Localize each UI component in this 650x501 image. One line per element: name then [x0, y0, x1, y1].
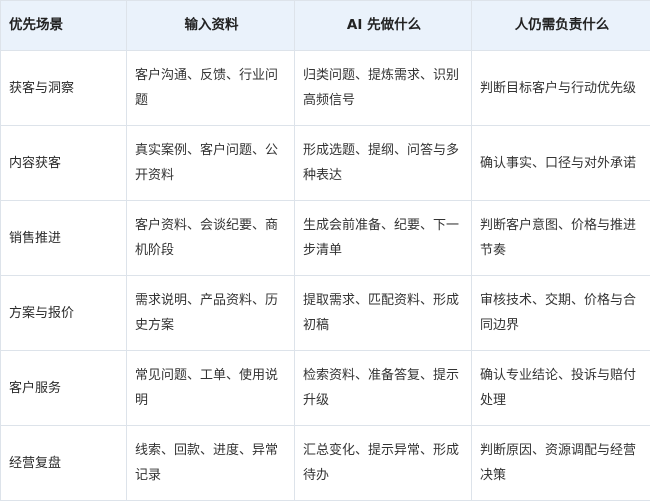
table-row: 内容获客 真实案例、客户问题、公开资料 形成选题、提纲、问答与多种表达 确认事实…	[1, 126, 650, 201]
header-ai-first: AI 先做什么	[295, 1, 472, 51]
ai-cell: 生成会前准备、纪要、下一步清单	[295, 201, 472, 276]
scene-cell: 销售推进	[1, 201, 127, 276]
input-cell: 客户资料、会谈纪要、商机阶段	[127, 201, 295, 276]
scene-cell: 内容获客	[1, 126, 127, 201]
scene-cell: 获客与洞察	[1, 51, 127, 126]
human-cell: 审核技术、交期、价格与合同边界	[472, 276, 650, 351]
scene-cell: 客户服务	[1, 351, 127, 426]
ai-cell: 汇总变化、提示异常、形成待办	[295, 426, 472, 501]
ai-cell: 检索资料、准备答复、提示升级	[295, 351, 472, 426]
human-cell: 确认事实、口径与对外承诺	[472, 126, 650, 201]
header-scene: 优先场景	[1, 1, 127, 51]
input-cell: 真实案例、客户问题、公开资料	[127, 126, 295, 201]
header-human-responsibility: 人仍需负责什么	[472, 1, 650, 51]
table-row: 经营复盘 线索、回款、进度、异常记录 汇总变化、提示异常、形成待办 判断原因、资…	[1, 426, 650, 501]
ai-cell: 提取需求、匹配资料、形成初稿	[295, 276, 472, 351]
human-cell: 确认专业结论、投诉与赔付处理	[472, 351, 650, 426]
table-row: 客户服务 常见问题、工单、使用说明 检索资料、准备答复、提示升级 确认专业结论、…	[1, 351, 650, 426]
table-row: 获客与洞察 客户沟通、反馈、行业问题 归类问题、提炼需求、识别高频信号 判断目标…	[1, 51, 650, 126]
table-row: 销售推进 客户资料、会谈纪要、商机阶段 生成会前准备、纪要、下一步清单 判断客户…	[1, 201, 650, 276]
ai-cell: 归类问题、提炼需求、识别高频信号	[295, 51, 472, 126]
input-cell: 常见问题、工单、使用说明	[127, 351, 295, 426]
scene-cell: 经营复盘	[1, 426, 127, 501]
header-row: 优先场景 输入资料 AI 先做什么 人仍需负责什么	[1, 1, 650, 51]
priority-scenario-table: 优先场景 输入资料 AI 先做什么 人仍需负责什么 获客与洞察 客户沟通、反馈、…	[0, 0, 650, 501]
input-cell: 需求说明、产品资料、历史方案	[127, 276, 295, 351]
human-cell: 判断客户意图、价格与推进节奏	[472, 201, 650, 276]
scene-cell: 方案与报价	[1, 276, 127, 351]
header-input: 输入资料	[127, 1, 295, 51]
human-cell: 判断原因、资源调配与经营决策	[472, 426, 650, 501]
input-cell: 客户沟通、反馈、行业问题	[127, 51, 295, 126]
input-cell: 线索、回款、进度、异常记录	[127, 426, 295, 501]
ai-cell: 形成选题、提纲、问答与多种表达	[295, 126, 472, 201]
table-row: 方案与报价 需求说明、产品资料、历史方案 提取需求、匹配资料、形成初稿 审核技术…	[1, 276, 650, 351]
human-cell: 判断目标客户与行动优先级	[472, 51, 650, 126]
